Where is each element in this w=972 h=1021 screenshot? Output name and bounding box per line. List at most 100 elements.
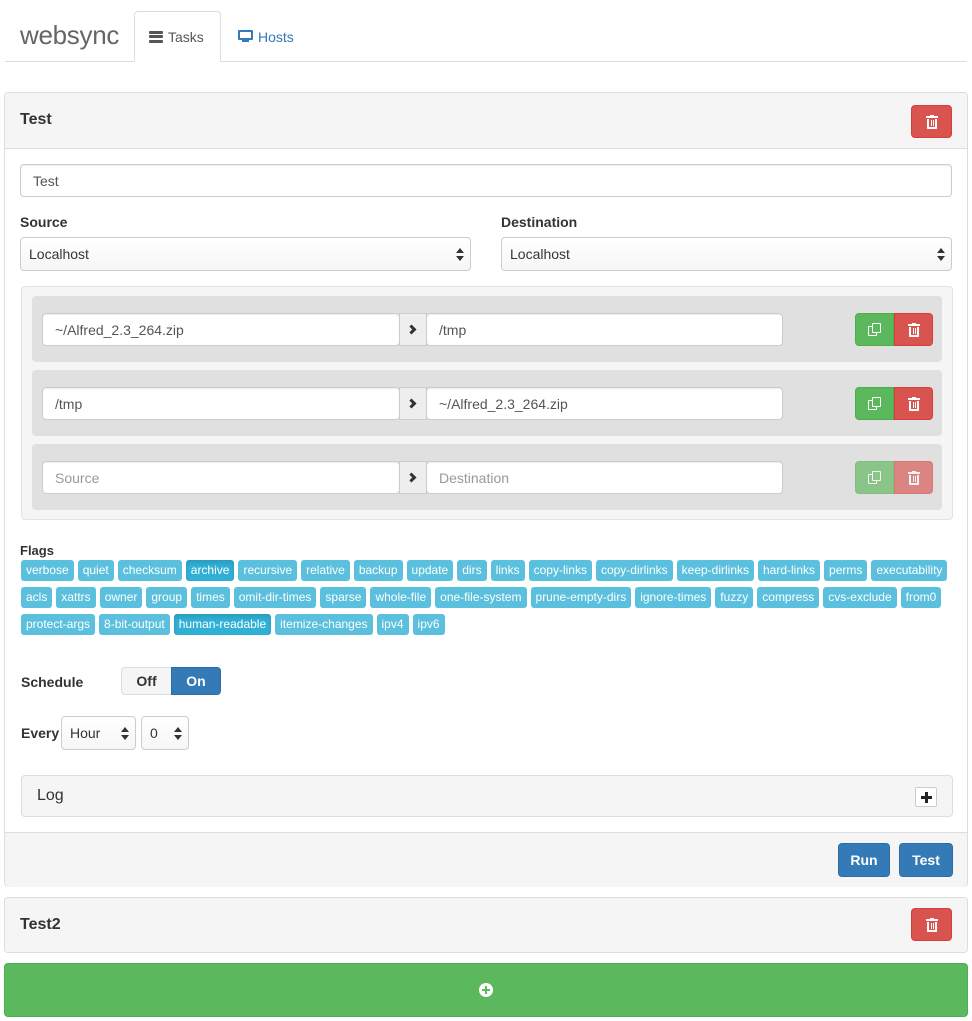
flags-list: verbose quiet checksum archive recursive rela… [21, 560, 951, 635]
flag-xattrs[interactable]: xattrs [56, 587, 96, 608]
copy-icon [868, 397, 881, 410]
task-name-value: Test [33, 172, 59, 189]
every-unit-value: Hour [70, 725, 101, 741]
tab-hosts[interactable]: Hosts [224, 11, 308, 62]
tab-tasks[interactable]: Tasks [134, 11, 221, 62]
flag-from0[interactable]: from0 [900, 587, 942, 608]
new-path-source-input[interactable]: Source [42, 461, 400, 494]
run-button[interactable]: Run [838, 843, 890, 877]
copy-icon [868, 323, 881, 336]
add-task-button[interactable] [4, 963, 968, 1017]
destination-placeholder: Destination [439, 469, 510, 486]
flag-verbose[interactable]: verbose [21, 560, 74, 581]
path-row: /tmp ~/Alfred_2.3_264.zip [32, 370, 942, 436]
new-path-destination-input[interactable]: Destination [426, 461, 783, 494]
flag-checksum[interactable]: checksum [117, 560, 182, 581]
flag-recursive[interactable]: recursive [238, 560, 298, 581]
destination-host-value: Localhost [510, 246, 570, 262]
flag-sparse[interactable]: sparse [320, 587, 367, 608]
flag-relative[interactable]: relative [301, 560, 350, 581]
path-destination-input[interactable]: /tmp [426, 313, 783, 346]
test-button[interactable]: Test [899, 843, 953, 877]
tasks-icon [149, 30, 163, 43]
delete-path-button[interactable] [894, 387, 933, 420]
path-destination-value: /tmp [439, 321, 467, 338]
flag-executability[interactable]: executability [871, 560, 948, 581]
schedule-label: Schedule [21, 674, 84, 690]
copy-path-button[interactable] [855, 461, 894, 494]
flag-itemize-changes[interactable]: itemize-changes [275, 614, 373, 635]
copy-path-button[interactable] [855, 387, 894, 420]
delete-task-button[interactable] [911, 908, 952, 941]
schedule-on-button[interactable]: On [171, 667, 221, 695]
destination-host-select[interactable]: Localhost [501, 237, 952, 271]
flag-human-readable[interactable]: human-readable [173, 614, 272, 635]
flag-fuzzy[interactable]: fuzzy [715, 587, 754, 608]
task-panel: Test2 [4, 897, 968, 953]
flag-dirs[interactable]: dirs [457, 560, 487, 581]
flag-update[interactable]: update [406, 560, 454, 581]
log-title: Log [37, 787, 64, 804]
flag-omit-dir-times[interactable]: omit-dir-times [233, 587, 317, 608]
task-title: Test2 [20, 916, 61, 933]
path-destination-input[interactable]: ~/Alfred_2.3_264.zip [426, 387, 783, 420]
flag-prune-empty-dirs[interactable]: prune-empty-dirs [530, 587, 632, 608]
flag-ipv6[interactable]: ipv6 [412, 614, 445, 635]
flag-8-bit-output[interactable]: 8-bit-output [99, 614, 170, 635]
path-source-input[interactable]: ~/Alfred_2.3_264.zip [42, 313, 400, 346]
tab-tasks-label: Tasks [168, 28, 204, 45]
source-host-select[interactable]: Localhost [20, 237, 471, 271]
log-panel: Log [21, 775, 953, 817]
task-name-input[interactable]: Test [20, 164, 952, 197]
task-panel-header: Test [5, 93, 967, 149]
every-value-select[interactable]: 0 [141, 716, 189, 750]
flag-perms[interactable]: perms [824, 560, 868, 581]
flag-links[interactable]: links [490, 560, 525, 581]
flag-backup[interactable]: backup [353, 560, 403, 581]
destination-label: Destination [501, 214, 578, 230]
flags-label: Flags [20, 543, 54, 558]
flag-times[interactable]: times [191, 587, 230, 608]
select-arrows-icon [456, 248, 464, 261]
schedule-off-button[interactable]: Off [121, 667, 171, 695]
flag-ignore-times[interactable]: ignore-times [635, 587, 712, 608]
path-destination-value: ~/Alfred_2.3_264.zip [439, 395, 568, 412]
flag-copy-dirlinks[interactable]: copy-dirlinks [595, 560, 673, 581]
delete-task-button[interactable] [911, 105, 952, 138]
copy-icon [868, 471, 881, 484]
chevron-right-icon [399, 461, 427, 494]
path-source-input[interactable]: /tmp [42, 387, 400, 420]
copy-path-button[interactable] [855, 313, 894, 346]
delete-path-button[interactable] [894, 313, 933, 346]
schedule-toggle: Off On [121, 667, 221, 695]
flag-quiet[interactable]: quiet [77, 560, 114, 581]
flag-hard-links[interactable]: hard-links [758, 560, 821, 581]
flag-ipv4[interactable]: ipv4 [376, 614, 409, 635]
delete-path-button[interactable] [894, 461, 933, 494]
trash-icon [925, 917, 938, 932]
chevron-right-icon [399, 387, 427, 420]
path-actions [855, 313, 933, 346]
expand-log-button[interactable] [915, 787, 937, 807]
flag-compress[interactable]: compress [757, 587, 820, 608]
flag-one-file-system[interactable]: one-file-system [435, 587, 527, 608]
flag-cvs-exclude[interactable]: cvs-exclude [823, 587, 897, 608]
flag-owner[interactable]: owner [99, 587, 143, 608]
flag-archive[interactable]: archive [185, 560, 235, 581]
tab-hosts-label: Hosts [258, 28, 294, 45]
flag-whole-file[interactable]: whole-file [370, 587, 432, 608]
plus-circle-icon [479, 983, 493, 997]
task-panel-footer: Run Test [5, 832, 967, 887]
every-unit-select[interactable]: Hour [61, 716, 136, 750]
source-label: Source [20, 214, 68, 230]
path-source-value: ~/Alfred_2.3_264.zip [55, 321, 184, 338]
flag-acls[interactable]: acls [21, 587, 53, 608]
flag-group[interactable]: group [146, 587, 188, 608]
paths-well: ~/Alfred_2.3_264.zip /tmp /tmp ~/Alfred_… [21, 286, 953, 520]
chevron-right-icon [399, 313, 427, 346]
select-arrows-icon [121, 727, 129, 740]
flag-protect-args[interactable]: protect-args [21, 614, 96, 635]
flag-copy-links[interactable]: copy-links [528, 560, 592, 581]
source-placeholder: Source [55, 469, 100, 486]
flag-keep-dirlinks[interactable]: keep-dirlinks [676, 560, 754, 581]
